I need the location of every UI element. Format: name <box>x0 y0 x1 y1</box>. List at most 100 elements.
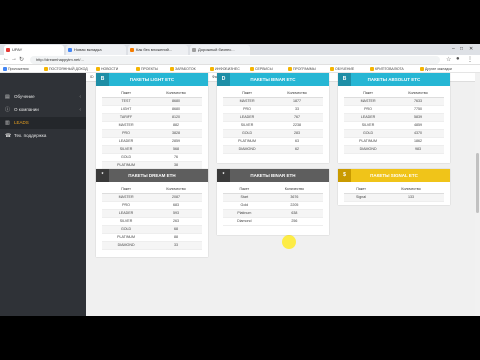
column-header: Пакет <box>223 89 272 98</box>
table-cell: SILVER <box>102 145 151 154</box>
sidebar-item[interactable]: ▥ LEADS <box>0 117 86 129</box>
tab-favicon-icon <box>130 48 134 52</box>
table-cell: GOLD <box>344 129 393 138</box>
table-cell: 983 <box>392 145 444 154</box>
table-cell: PLATINUM <box>102 233 151 242</box>
package-panel: ПАКЕТЫ BINAR ETC D Пакет Количество MASTER 18… <box>217 73 329 163</box>
bookmark-item[interactable]: ПРОЕКТЫ <box>136 66 158 72</box>
table-cell: 2205 <box>265 201 323 210</box>
table-cell: 3676 <box>265 193 323 202</box>
maximize-icon[interactable]: □ <box>460 46 463 52</box>
table-cell: MASTER <box>102 121 151 130</box>
url-field[interactable]: http://dreamhappytm.net/... <box>30 56 440 64</box>
table-cell: 568 <box>150 145 202 154</box>
browser-window: – □ ✕ UPAY Новая вкладка Как без вложений.… <box>0 44 480 316</box>
table-cell: 8680 <box>150 97 202 106</box>
table-cell: TEST <box>102 97 151 106</box>
sidebar-item[interactable]: ▤ Обучение ‹ <box>0 91 86 103</box>
sidebar-item[interactable]: ⓘ О компании ‹ <box>0 104 86 116</box>
table-cell: GOLD <box>223 129 272 138</box>
table-cell: MASTER <box>344 97 393 106</box>
table-cell: GOLD <box>102 153 151 162</box>
bookmark-label: ПОСТОЯННЫЙ ДОХОД <box>49 67 88 71</box>
folder-icon <box>136 67 140 71</box>
table-header-row: Пакет Количество <box>344 89 444 98</box>
panel-tag: * <box>217 169 230 182</box>
table-cell: 683 <box>150 201 202 210</box>
table-cell: LEADER <box>102 137 151 146</box>
bookmark-item[interactable]: ИНФОБИЗНЕС <box>210 66 240 72</box>
bookmark-item[interactable]: ОБУЧЕНИЕ <box>330 66 354 72</box>
panel-header: ПАКЕТЫ BINAR ETC <box>217 73 329 86</box>
sidebar-item-label: LEADS <box>14 120 29 125</box>
table-row: LIGHT 8680 <box>102 105 202 114</box>
table-row: PRO 33 <box>223 105 323 114</box>
sidebar-item[interactable]: ☎ Тех. поддержка <box>0 130 86 142</box>
sidebar-item-label: Тех. поддержка <box>14 133 47 138</box>
package-panel: ПАКЕТЫ BINAR ETH * Пакет Количество Start 367… <box>217 169 329 235</box>
panel-header: ПАКЕТЫ SIGNAL ETC <box>338 169 450 182</box>
table-cell: 38 <box>150 161 202 170</box>
star-icon[interactable]: ☆ <box>446 56 451 63</box>
bookmark-item[interactable]: ПРОГРАММЫ <box>288 66 316 72</box>
back-icon[interactable]: ← <box>3 56 9 62</box>
table-row: GOLD 283 <box>223 129 323 138</box>
table-row: LEADER 767 <box>223 113 323 122</box>
package-panel: ПАКЕТЫ LIGHT ETC B Пакет Количество TEST 8680… <box>96 73 208 183</box>
scrollbar[interactable] <box>475 73 480 316</box>
column-header: Количество <box>392 89 444 98</box>
bookmark-label: Другие закладки <box>425 67 452 71</box>
menu-icon[interactable]: ⋮ <box>467 56 473 63</box>
chevron-left-icon: ‹ <box>79 107 81 113</box>
table-cell: 8680 <box>150 105 202 114</box>
table-cell: 1877 <box>271 97 323 106</box>
forward-icon[interactable]: → <box>11 56 17 62</box>
bookmark-item[interactable]: ПОСТОЯННЫЙ ДОХОД <box>44 66 88 72</box>
table-header-row: Пакет Количество <box>223 89 323 98</box>
table-cell: SILVER <box>344 121 393 130</box>
folder-icon <box>96 67 100 71</box>
panel-header: ПАКЕТЫ DREAM ETH <box>96 169 208 182</box>
table-cell: 8120 <box>150 113 202 122</box>
table-cell: SILVER <box>102 217 151 226</box>
browser-tab[interactable]: UPAY <box>4 45 64 55</box>
table-row: GOLD 76 <box>102 153 202 162</box>
filter-cell[interactable]: ID <box>90 74 94 81</box>
screen: – □ ✕ UPAY Новая вкладка Как без вложений.… <box>0 0 480 360</box>
package-table: Пакет Количество Start 3676 Gold 2205 Platinum… <box>223 185 323 226</box>
table-row: Diamond 256 <box>223 217 323 226</box>
folder-icon <box>250 67 254 71</box>
table-cell: 1862 <box>392 137 444 146</box>
extension-icon[interactable]: ● <box>456 56 460 62</box>
table-row: Platinum 638 <box>223 209 323 218</box>
table-row: PRO 7750 <box>344 105 444 114</box>
table-cell: Platinum <box>223 209 266 218</box>
tab-label: Новая вкладка <box>74 47 102 52</box>
package-table: Пакет Количество MASTER 2087 PRO 683 LEADER 593… <box>102 185 202 250</box>
package-panel: ПАКЕТЫ SIGNAL ETC $ Пакет Количество Signal 1… <box>338 169 450 205</box>
table-cell: 76 <box>150 153 202 162</box>
reload-icon[interactable]: ↻ <box>19 56 24 63</box>
browser-tab[interactable]: Новая вкладка <box>66 45 126 55</box>
cursor-highlight <box>282 235 296 249</box>
close-icon[interactable]: ✕ <box>469 46 473 52</box>
bookmark-item[interactable]: Приложения <box>3 66 28 72</box>
bookmark-item[interactable]: СЕРВИСЫ <box>250 66 273 72</box>
bookmark-item[interactable]: ЗАРАБОТОК <box>170 66 196 72</box>
info-icon: ⓘ <box>5 107 11 113</box>
browser-tab[interactable]: Как без вложений... <box>128 45 188 55</box>
table-cell: Diamond <box>223 217 266 226</box>
table-cell: 283 <box>271 129 323 138</box>
folder-icon <box>370 67 374 71</box>
table-cell: 5839 <box>392 113 444 122</box>
browser-tab[interactable]: Дорожный бизнес... <box>190 45 250 55</box>
table-cell: Gold <box>223 201 266 210</box>
scrollbar-thumb[interactable] <box>476 153 479 213</box>
bookmark-label: Приложения <box>8 67 29 71</box>
bookmark-item[interactable]: КРИПТОВАЛЮТА <box>370 66 404 72</box>
table-row: Signal 133 <box>344 193 444 202</box>
minimize-icon[interactable]: – <box>452 46 455 52</box>
bookmark-item[interactable]: НОВОСТИ <box>96 66 118 72</box>
table-row: DIAMOND 62 <box>223 145 323 154</box>
bookmark-item[interactable]: Другие закладки <box>420 66 452 72</box>
